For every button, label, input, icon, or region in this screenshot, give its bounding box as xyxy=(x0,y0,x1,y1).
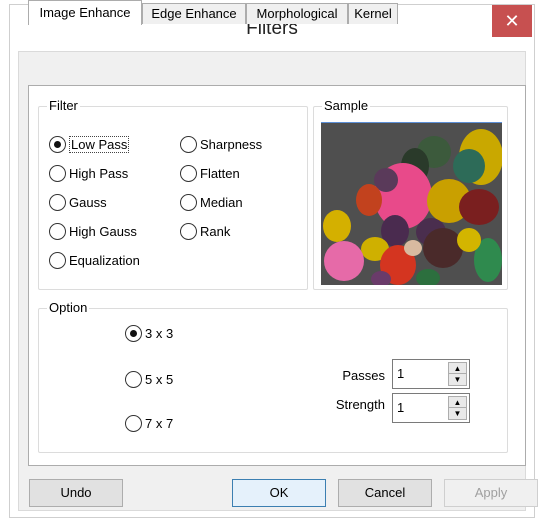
filter-group-title: Filter xyxy=(47,98,80,114)
passes-value: 1 xyxy=(397,366,405,381)
radio-high-gauss[interactable]: High Gauss xyxy=(49,221,137,241)
radio-circle xyxy=(49,164,66,182)
spin-down-icon[interactable]: ▼ xyxy=(449,374,466,385)
radio-circle xyxy=(49,135,66,153)
radio-circle xyxy=(125,414,142,432)
radio-equalization[interactable]: Equalization xyxy=(49,250,140,270)
apply-button[interactable]: Apply xyxy=(444,479,538,507)
passes-spinner[interactable]: 1 ▲ ▼ xyxy=(392,359,470,389)
radio-label: Equalization xyxy=(69,252,140,268)
sample-group-title: Sample xyxy=(322,98,371,114)
undo-button[interactable]: Undo xyxy=(29,479,123,507)
ok-button[interactable]: OK xyxy=(232,479,326,507)
tab-label: Kernel xyxy=(354,6,392,21)
sample-group: Sample xyxy=(313,98,508,290)
close-icon: ✕ xyxy=(504,11,520,31)
sample-preview-svg xyxy=(321,122,502,285)
radio-label: Sharpness xyxy=(200,136,263,152)
tab-panel-image-enhance: Filter Low Pass High Pass Gauss High Gau… xyxy=(28,85,526,466)
cancel-button[interactable]: Cancel xyxy=(338,479,432,507)
radio-size-5x5[interactable]: 5 x 5 xyxy=(125,369,173,389)
tab-label: Morphological xyxy=(256,6,338,21)
close-button[interactable]: ✕ xyxy=(492,5,532,37)
radio-circle xyxy=(125,324,142,342)
radio-label: Low Pass xyxy=(69,135,130,153)
radio-label: Flatten xyxy=(200,165,240,181)
option-group: Option 3 x 3 5 x 5 7 x 7 Passes 1 ▲ ▼ St… xyxy=(38,300,508,453)
radio-circle xyxy=(180,222,197,240)
spin-up-icon[interactable]: ▲ xyxy=(449,363,466,374)
passes-label: Passes xyxy=(342,368,385,383)
radio-label: Gauss xyxy=(69,194,107,210)
radio-median[interactable]: Median xyxy=(180,192,243,212)
radio-label: 7 x 7 xyxy=(145,415,174,431)
radio-label: Median xyxy=(200,194,243,210)
radio-flatten[interactable]: Flatten xyxy=(180,163,240,183)
tab-label: Image Enhance xyxy=(39,5,131,20)
radio-size-7x7[interactable]: 7 x 7 xyxy=(125,413,173,433)
radio-size-3x3[interactable]: 3 x 3 xyxy=(125,323,173,343)
option-group-title: Option xyxy=(47,300,90,316)
tab-edge-enhance[interactable]: Edge Enhance xyxy=(142,3,246,24)
strength-spinner[interactable]: 1 ▲ ▼ xyxy=(392,393,470,423)
spin-down-icon[interactable]: ▼ xyxy=(449,408,466,419)
spin-up-icon[interactable]: ▲ xyxy=(449,397,466,408)
radio-label: High Gauss xyxy=(69,223,137,239)
tab-morphological[interactable]: Morphological xyxy=(246,3,348,24)
strength-value: 1 xyxy=(397,400,405,415)
radio-high-pass[interactable]: High Pass xyxy=(49,163,128,183)
tab-label: Edge Enhance xyxy=(151,6,237,21)
radio-label: Rank xyxy=(200,223,231,239)
radio-low-pass[interactable]: Low Pass xyxy=(49,134,130,154)
radio-label: High Pass xyxy=(69,165,129,181)
radio-gauss[interactable]: Gauss xyxy=(49,192,107,212)
radio-circle xyxy=(49,222,66,240)
radio-circle xyxy=(49,251,66,269)
sample-image xyxy=(321,122,502,285)
radio-circle xyxy=(125,370,142,388)
radio-sharpness[interactable]: Sharpness xyxy=(180,134,262,154)
strength-label: Strength xyxy=(335,397,385,412)
tab-kernel[interactable]: Kernel xyxy=(348,3,398,24)
radio-circle xyxy=(49,193,66,211)
radio-label: 3 x 3 xyxy=(145,325,174,341)
radio-circle xyxy=(180,135,197,153)
passes-spin-buttons: ▲ ▼ xyxy=(448,362,467,386)
radio-rank[interactable]: Rank xyxy=(180,221,230,241)
radio-label: 5 x 5 xyxy=(145,371,174,387)
radio-circle xyxy=(180,193,197,211)
filter-group: Filter Low Pass High Pass Gauss High Gau… xyxy=(38,98,308,290)
tab-image-enhance[interactable]: Image Enhance xyxy=(28,0,142,25)
radio-circle xyxy=(180,164,197,182)
strength-spin-buttons: ▲ ▼ xyxy=(448,396,467,420)
